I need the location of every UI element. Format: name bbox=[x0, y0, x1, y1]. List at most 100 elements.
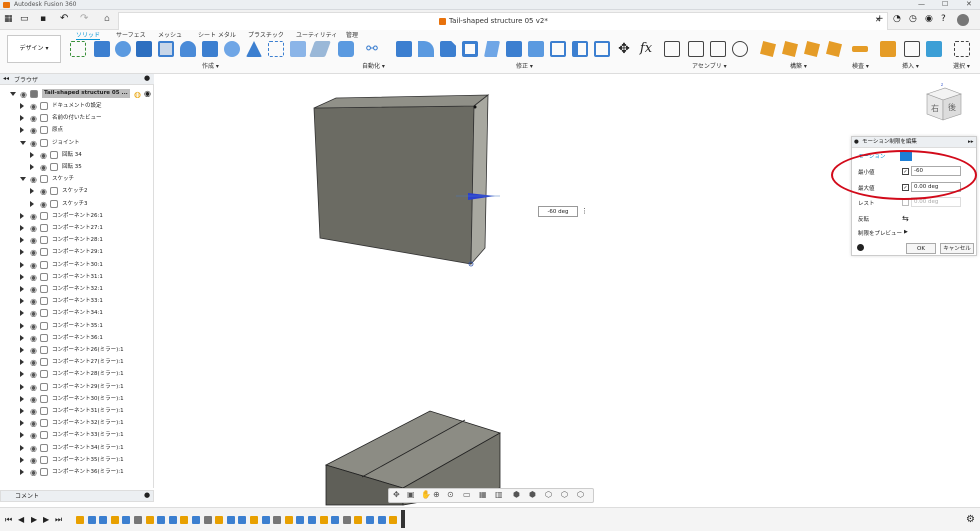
midplane-icon[interactable] bbox=[804, 41, 820, 57]
move-icon[interactable]: ✥ bbox=[616, 41, 632, 57]
timeline-feature-icon[interactable] bbox=[308, 516, 316, 524]
timeline-feature-icon[interactable] bbox=[284, 516, 293, 524]
browser-item[interactable]: ◉ コンポーネント26(ミラー):1 bbox=[20, 344, 150, 356]
display-settings-icon[interactable]: ▭ bbox=[463, 490, 471, 499]
timeline-feature-icon[interactable] bbox=[145, 516, 154, 524]
cylinder-icon[interactable] bbox=[224, 41, 240, 57]
expand-icon[interactable] bbox=[30, 188, 34, 195]
maximize-icon[interactable]: ☐ bbox=[942, 0, 948, 8]
rotation-manipulator[interactable] bbox=[468, 193, 495, 200]
timeline-play-icon[interactable]: ▶ bbox=[31, 515, 37, 524]
browser-item[interactable]: ◉ コンポーネント35:1 bbox=[20, 320, 150, 332]
select-icon[interactable] bbox=[954, 41, 970, 57]
expand-icon[interactable] bbox=[30, 151, 34, 158]
comments-add-icon[interactable]: ● bbox=[144, 491, 150, 499]
visibility-icon[interactable]: ◉ bbox=[30, 382, 37, 394]
browser-item[interactable]: ◉ コンポーネント30(ミラー):1 bbox=[20, 393, 150, 405]
pipe-icon[interactable] bbox=[180, 41, 196, 57]
workspace-switcher[interactable]: デザイン ▾ bbox=[7, 35, 61, 63]
plane-at-angle-icon[interactable] bbox=[782, 41, 798, 57]
expand-icon[interactable] bbox=[20, 103, 24, 109]
pan-icon[interactable]: ✋ bbox=[421, 490, 431, 499]
visibility-icon[interactable]: ◉ bbox=[30, 321, 37, 333]
visibility-icon[interactable]: ◉ bbox=[30, 394, 37, 406]
browser-item[interactable]: ◉ コンポーネント29(ミラー):1 bbox=[20, 381, 150, 393]
visibility-icon[interactable]: ◉ bbox=[40, 199, 47, 211]
minimize-icon[interactable]: — bbox=[918, 0, 925, 8]
measure-icon[interactable] bbox=[852, 46, 868, 52]
browser-item[interactable]: ◉ コンポーネント27:1 bbox=[20, 222, 150, 234]
viewports-icon[interactable]: ▥ bbox=[495, 490, 503, 499]
thicken-icon[interactable] bbox=[309, 41, 331, 57]
pattern-icon[interactable] bbox=[268, 41, 284, 57]
view-cube-small-3-icon[interactable]: ⬡ bbox=[545, 490, 552, 499]
timeline-feature-icon[interactable] bbox=[261, 516, 270, 524]
browser-root[interactable]: ◉ Tail-shaped structure 05 ... ◍ ◉ bbox=[10, 88, 152, 100]
automate-icon[interactable]: ⚯ bbox=[364, 41, 380, 57]
expand-icon[interactable] bbox=[20, 140, 26, 145]
orbit-icon[interactable]: ✥ bbox=[393, 490, 400, 499]
file-icon[interactable]: ▭ bbox=[20, 14, 29, 24]
grid-settings-icon[interactable]: ▦ bbox=[479, 490, 487, 499]
browser-options-icon[interactable]: ● bbox=[144, 74, 150, 82]
browser-item[interactable]: ◉ ドキュメントの設定 bbox=[20, 100, 150, 112]
visibility-icon[interactable]: ◉ bbox=[30, 260, 37, 272]
split-body-icon[interactable] bbox=[594, 41, 610, 57]
expand-icon[interactable] bbox=[20, 273, 24, 280]
browser-item[interactable]: ◉ コンポーネント34(ミラー):1 bbox=[20, 442, 150, 454]
box-icon[interactable] bbox=[136, 41, 152, 57]
browser-item[interactable]: ◉ コンポーネント34:1 bbox=[20, 307, 150, 319]
expand-icon[interactable] bbox=[20, 395, 24, 402]
expand-icon[interactable] bbox=[20, 237, 24, 244]
tab-manage[interactable]: 管理 bbox=[346, 30, 358, 39]
visibility-icon[interactable]: ◉ bbox=[30, 430, 37, 442]
visibility-icon[interactable]: ◉ bbox=[30, 113, 37, 125]
timeline-next-icon[interactable]: ▶ bbox=[43, 515, 49, 524]
expand-icon[interactable] bbox=[20, 456, 24, 463]
visibility-icon[interactable]: ◉ bbox=[30, 308, 37, 320]
tab-utilities[interactable]: ユーティリティ bbox=[296, 30, 337, 39]
tab-solid[interactable]: ソリッド bbox=[76, 30, 101, 40]
angle-value-input[interactable]: -60 deg bbox=[538, 206, 578, 217]
expand-icon[interactable] bbox=[20, 347, 24, 353]
expand-icon[interactable] bbox=[20, 298, 24, 305]
browser-item[interactable]: ◉ スケッチ bbox=[20, 173, 150, 185]
help-icon[interactable]: ? bbox=[941, 14, 946, 24]
visibility-icon[interactable]: ◉ bbox=[30, 101, 37, 113]
browser-item[interactable]: ◉ スケッチ3 bbox=[30, 198, 150, 210]
timeline-feature-icon[interactable] bbox=[180, 516, 189, 524]
expand-icon[interactable] bbox=[20, 286, 24, 292]
timeline-prev-icon[interactable]: ◀ bbox=[18, 515, 24, 524]
browser-item[interactable]: ◉ コンポーネント28(ミラー):1 bbox=[20, 368, 150, 380]
browser-item[interactable]: ◉ コンポーネント31:1 bbox=[20, 271, 150, 283]
activate-radio-icon[interactable]: ◉ bbox=[144, 88, 151, 100]
expand-icon[interactable] bbox=[20, 177, 26, 182]
model-vertex[interactable] bbox=[473, 105, 477, 109]
loft-icon[interactable] bbox=[202, 41, 218, 57]
expand-icon[interactable] bbox=[20, 261, 24, 268]
ok-button[interactable]: OK bbox=[906, 243, 936, 254]
timeline-feature-icon[interactable] bbox=[192, 516, 200, 524]
press-pull-icon[interactable] bbox=[396, 41, 412, 57]
new-component-icon[interactable] bbox=[664, 41, 680, 57]
browser-item[interactable]: ◉ コンポーネント31(ミラー):1 bbox=[20, 405, 150, 417]
extensions-icon[interactable]: ◔ bbox=[893, 14, 901, 24]
lower-model-top-face[interactable] bbox=[324, 410, 501, 489]
timeline-feature-icon[interactable] bbox=[168, 516, 177, 524]
browser-item[interactable]: ◉ 名前の付いたビュー bbox=[20, 112, 150, 124]
zoom-window-icon[interactable]: ⊙ bbox=[447, 490, 454, 499]
timeline-feature-icon[interactable] bbox=[331, 516, 340, 524]
expand-icon[interactable] bbox=[20, 383, 24, 390]
timeline-feature-icon[interactable] bbox=[377, 516, 386, 524]
expand-icon[interactable] bbox=[20, 444, 24, 451]
split-face-icon[interactable] bbox=[572, 41, 588, 57]
expand-icon[interactable] bbox=[20, 249, 24, 256]
timeline-feature-icon[interactable] bbox=[296, 516, 305, 524]
comments-bar[interactable]: コメント bbox=[0, 490, 154, 502]
angle-input-options-icon[interactable]: ⋮ bbox=[581, 207, 588, 215]
home-icon[interactable]: ⌂ bbox=[104, 14, 110, 24]
expand-icon[interactable] bbox=[20, 420, 24, 427]
extrude-icon[interactable] bbox=[94, 41, 110, 57]
visibility-icon[interactable]: ◉ bbox=[30, 223, 37, 235]
timeline-feature-icon[interactable] bbox=[273, 516, 282, 524]
